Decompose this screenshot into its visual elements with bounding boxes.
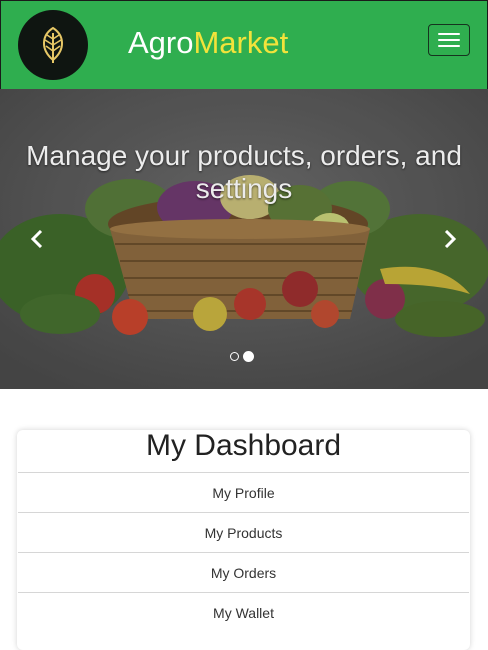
hamburger-icon-bar [438,39,460,41]
hamburger-icon-bar [438,33,460,35]
dashboard-card: My Dashboard My Profile My Products My O… [17,430,470,650]
hero-carousel: Manage your products, orders, and settin… [0,89,488,389]
dashboard-item-profile[interactable]: My Profile [18,472,469,512]
navbar: AgroMarket [0,0,488,89]
carousel-indicator-1[interactable] [230,352,239,361]
carousel-prev-button[interactable] [25,227,49,251]
navbar-toggle-button[interactable] [428,24,470,56]
dashboard-menu: My Profile My Products My Orders My Wall… [18,472,469,632]
dashboard-item-products[interactable]: My Products [18,512,469,552]
carousel-indicator-2-active[interactable] [243,351,254,362]
chevron-left-icon [30,230,43,248]
logo[interactable] [18,10,88,80]
chevron-right-icon [444,230,457,248]
brand-name[interactable]: AgroMarket [128,23,288,63]
dashboard-item-wallet[interactable]: My Wallet [18,592,469,632]
carousel-next-button[interactable] [438,227,462,251]
dashboard-item-orders[interactable]: My Orders [18,552,469,592]
leaf-icon [43,26,63,63]
brand-part-agro: Agro [128,25,194,60]
hamburger-icon-bar [438,45,460,47]
dashboard-title: My Dashboard [145,429,342,462]
brand-part-market: Market [193,25,289,60]
hero-caption: Manage your products, orders, and settin… [26,140,462,204]
carousel-indicators [230,351,254,362]
vegetable-basket-image [0,89,488,389]
